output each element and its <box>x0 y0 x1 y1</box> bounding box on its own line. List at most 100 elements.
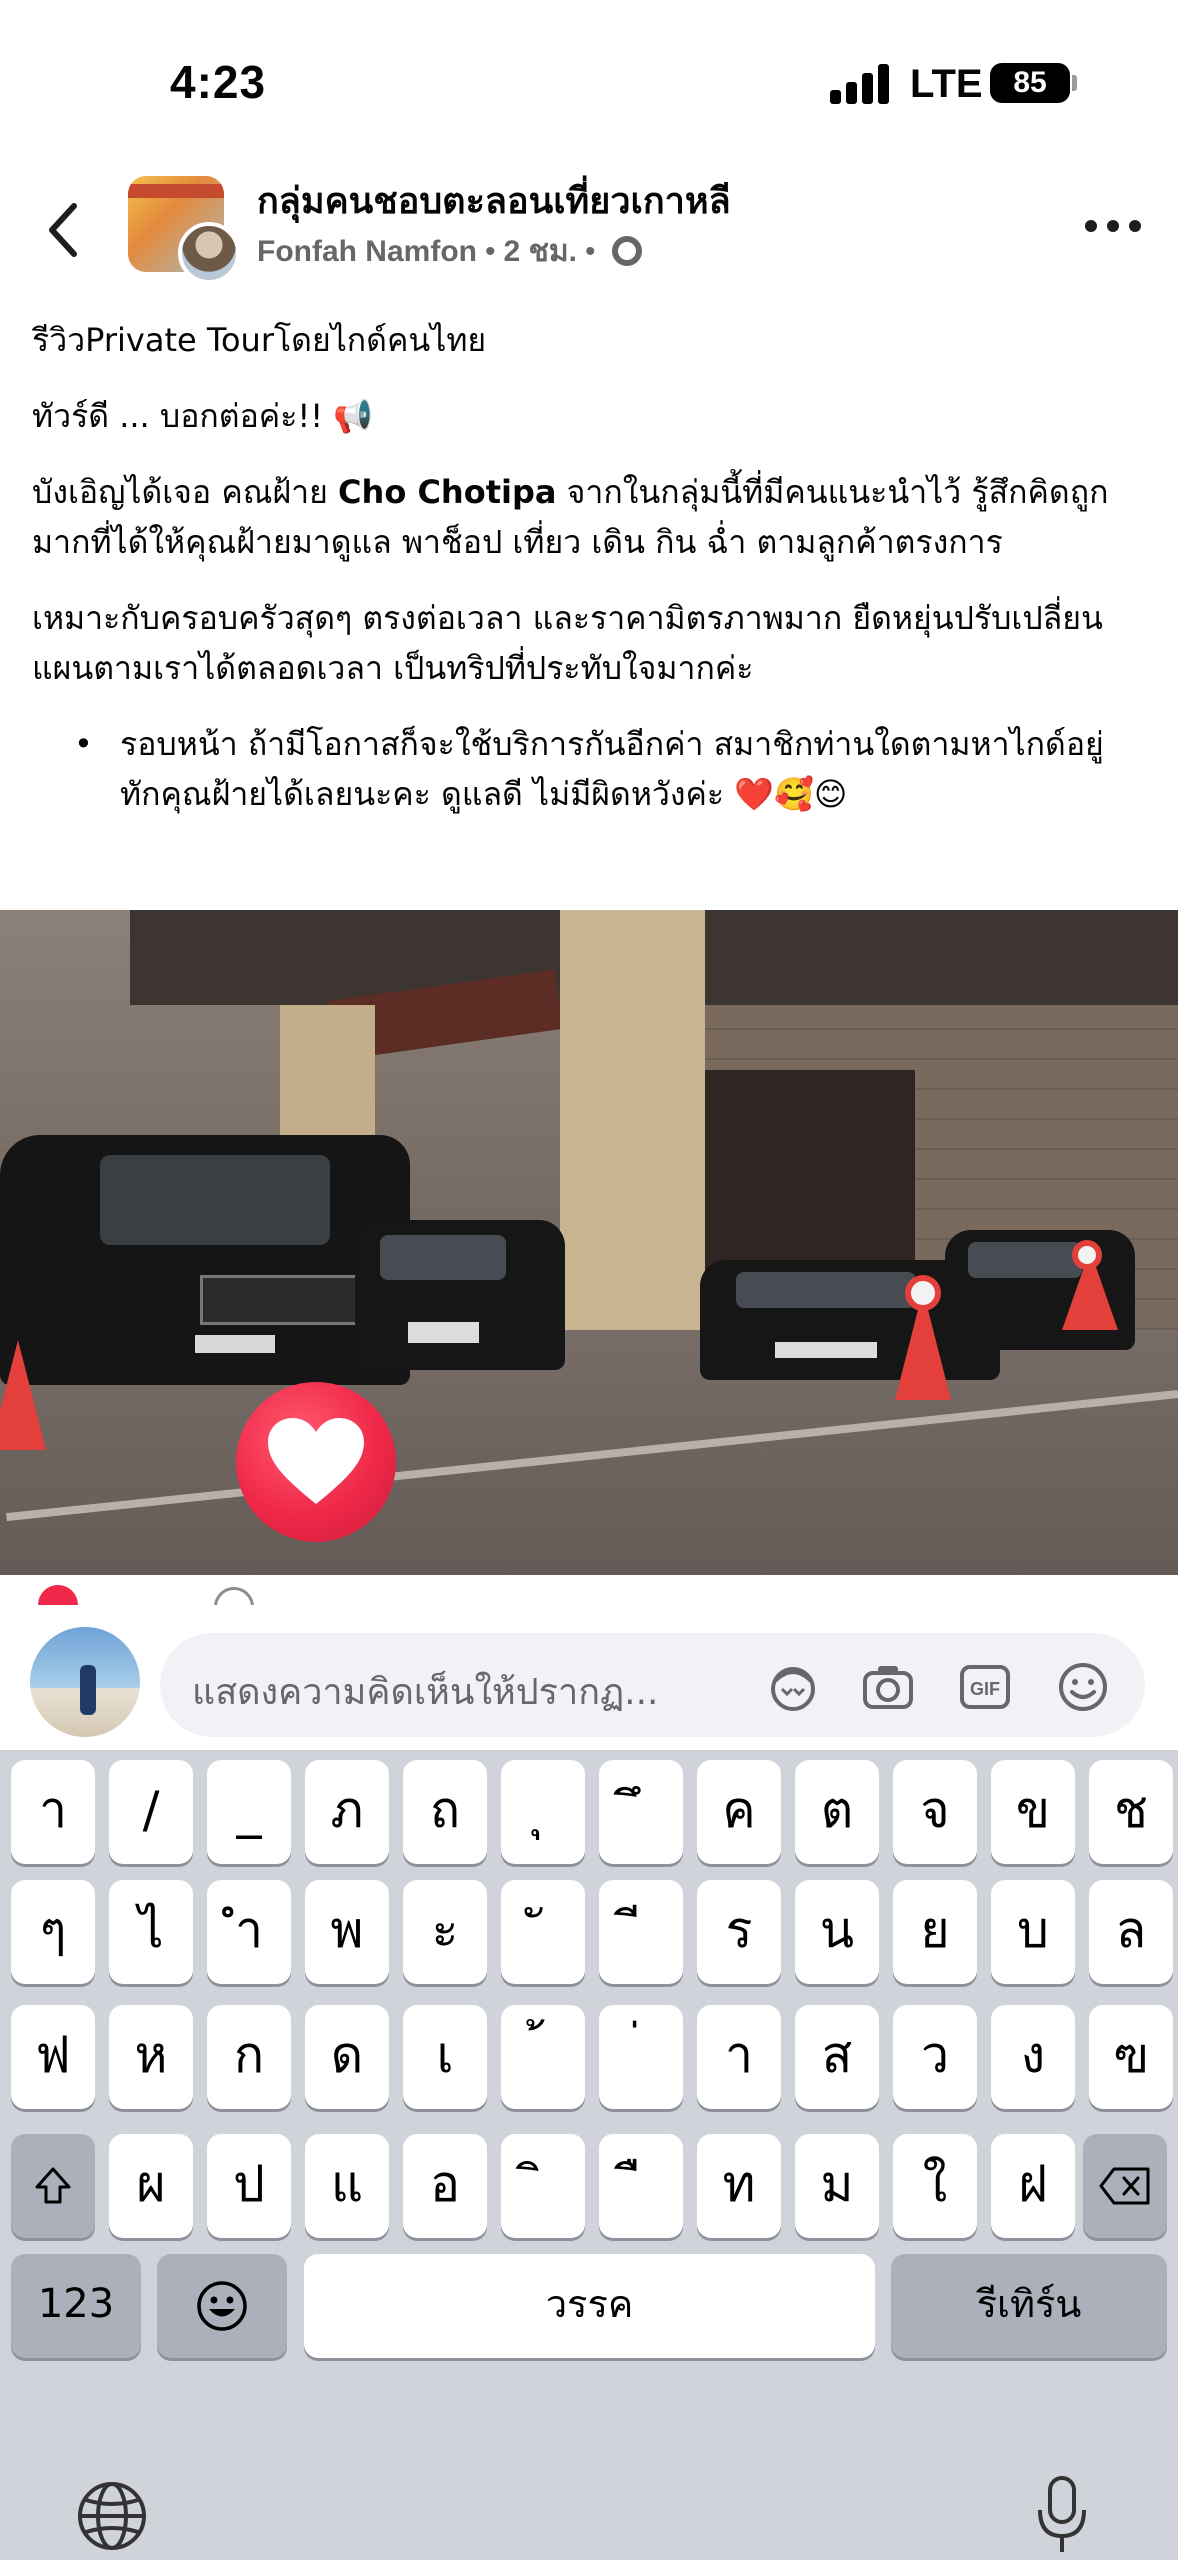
key-4-8[interactable]: ม <box>795 2134 879 2238</box>
more-options-button[interactable] <box>1085 220 1145 240</box>
text-run: บังเอิญได้เจอ คณฝ้าย <box>32 473 339 511</box>
chevron-left-icon <box>49 203 77 257</box>
key-2-5[interactable]: ะ <box>403 1880 487 1984</box>
separator-dot: • <box>484 235 496 268</box>
key-4-9[interactable]: ใ <box>893 2134 977 2238</box>
shift-icon <box>35 2167 71 2204</box>
key-1-8[interactable]: ค <box>697 1760 781 1864</box>
key-4-2[interactable]: ป <box>207 2134 291 2238</box>
key-2-12[interactable]: ล <box>1089 1880 1173 1984</box>
key-4-1[interactable]: ผ <box>109 2134 193 2238</box>
key-3-1[interactable]: ฟ <box>11 2005 95 2109</box>
comment-placeholder: แสดงความคิดเห็นให้ปรากฏ... <box>192 1672 659 1713</box>
key-3-12[interactable]: ฃ <box>1089 2005 1173 2109</box>
key-1-10[interactable]: จ <box>893 1760 977 1864</box>
emoji-icon <box>197 2281 247 2331</box>
post-paragraph: รีวิวPrivate Tourโดยไกด์คนไทย <box>32 321 487 359</box>
comment-bar: แสดงความคิดเห็นให้ปรากฏ... GIF <box>0 1605 1178 1750</box>
key-1-7[interactable]: ึ <box>599 1760 683 1864</box>
key-1-6[interactable]: ุ <box>501 1760 585 1864</box>
post-text: รีวิวPrivate Tourโดยไกด์คนไทย ทัวร์ดี ..… <box>32 315 1152 845</box>
traffic-cone-sign <box>1072 1240 1102 1270</box>
gif-icon[interactable]: GIF <box>957 1659 1013 1715</box>
key-4-10[interactable]: ฝ <box>991 2134 1075 2238</box>
key-3-3[interactable]: ก <box>207 2005 291 2109</box>
avatar-sticker-icon[interactable] <box>765 1659 821 1715</box>
post-header: กลุ่มคนชอบตะลอนเที่ยวเกาหลี Fonfah Namfo… <box>0 160 1178 290</box>
key-2-9[interactable]: น <box>795 1880 879 1984</box>
battery-nub <box>1072 75 1077 91</box>
author-name[interactable]: Fonfah Namfon <box>257 235 477 268</box>
post-paragraph: บังเอิญได้เจอ คณฝ้าย Cho Chotipa จากในกล… <box>32 467 1152 567</box>
globe-icon <box>611 236 642 266</box>
shift-key[interactable] <box>11 2134 95 2238</box>
black-van <box>0 1135 410 1385</box>
author-avatar[interactable] <box>178 222 240 284</box>
key-4-6[interactable]: ื <box>599 2134 683 2238</box>
group-name[interactable]: กลุ่มคนชอบตะลอนเที่ยวเกาหลี <box>257 172 731 229</box>
key-2-3[interactable]: ำ <box>207 1880 291 1984</box>
svg-text:GIF: GIF <box>970 1679 1000 1699</box>
post-time: 2 ชม. <box>503 235 578 268</box>
post-paragraph: ทัวร์ดี ... บอกต่อค่ะ!! 📢 <box>32 397 374 435</box>
key-1-3[interactable]: _ <box>207 1760 291 1864</box>
key-1-12[interactable]: ช <box>1089 1760 1173 1864</box>
battery-icon: 85 <box>990 63 1070 103</box>
key-4-3[interactable]: แ <box>305 2134 389 2238</box>
key-3-9[interactable]: ส <box>795 2005 879 2109</box>
space-key[interactable]: วรรค <box>304 2254 875 2358</box>
post-meta: Fonfah Namfon • 2 ชม. • <box>257 228 642 275</box>
numbers-key[interactable]: 123 <box>11 2254 141 2358</box>
key-3-6[interactable]: ้ <box>501 2005 585 2109</box>
comment-input[interactable]: แสดงความคิดเห็นให้ปรากฏ... GIF <box>160 1633 1145 1737</box>
key-1-11[interactable]: ข <box>991 1760 1075 1864</box>
key-1-2[interactable]: / <box>109 1760 193 1864</box>
key-2-11[interactable]: บ <box>991 1880 1075 1984</box>
key-2-4[interactable]: พ <box>305 1880 389 1984</box>
key-2-1[interactable]: ๆ <box>11 1880 95 1984</box>
key-4-7[interactable]: ท <box>697 2134 781 2238</box>
back-button[interactable] <box>40 200 90 260</box>
key-2-6[interactable]: ั <box>501 1880 585 1984</box>
key-3-4[interactable]: ด <box>305 2005 389 2109</box>
glass-door <box>705 1070 915 1290</box>
delete-key[interactable] <box>1083 2134 1167 2238</box>
black-suv <box>355 1220 565 1370</box>
status-bar: 4:23 LTE 85 <box>0 0 1178 150</box>
microphone-icon[interactable] <box>1034 2474 1090 2558</box>
globe-icon[interactable] <box>76 2480 148 2552</box>
backspace-icon <box>1099 2167 1150 2205</box>
key-2-7[interactable]: ี <box>599 1880 683 1984</box>
key-1-1[interactable]: า <box>11 1760 95 1864</box>
camera-icon[interactable] <box>860 1659 916 1715</box>
network-type: LTE <box>910 62 983 106</box>
key-1-5[interactable]: ถ <box>403 1760 487 1864</box>
key-3-5[interactable]: เ <box>403 2005 487 2109</box>
current-user-avatar <box>30 1627 140 1737</box>
traffic-cone <box>0 1340 46 1450</box>
keyboard-bottom-bar <box>0 2440 1178 2560</box>
emoji-key[interactable] <box>157 2254 287 2358</box>
key-4-4[interactable]: อ <box>403 2134 487 2238</box>
key-3-2[interactable]: ห <box>109 2005 193 2109</box>
key-3-7[interactable]: ่ <box>599 2005 683 2109</box>
key-1-4[interactable]: ภ <box>305 1760 389 1864</box>
key-2-2[interactable]: ไ <box>109 1880 193 1984</box>
mention-cho-chotipa[interactable]: Cho Chotipa <box>338 473 556 511</box>
key-1-9[interactable]: ต <box>795 1760 879 1864</box>
return-key[interactable]: รีเทิร์น <box>891 2254 1167 2358</box>
post-paragraph: เหมาะกับครอบครัวสุดๆ ตรงต่อเวลา และราคาม… <box>32 599 1103 687</box>
reaction-summary <box>0 1575 1178 1627</box>
key-2-10[interactable]: ย <box>893 1880 977 1984</box>
thai-keyboard: า/_ภถุึคตจขช ๆไำพะัีรนยบล ฟหกดเ้่าสวงฃ ผ… <box>0 1750 1178 2560</box>
like-reaction-button[interactable] <box>236 1382 396 1542</box>
key-3-10[interactable]: ว <box>893 2005 977 2109</box>
cellular-signal-icon <box>830 64 892 104</box>
key-4-5[interactable]: ิ <box>501 2134 585 2238</box>
traffic-cone-sign <box>905 1275 941 1311</box>
key-3-8[interactable]: า <box>697 2005 781 2109</box>
emoji-icon[interactable] <box>1055 1659 1111 1715</box>
key-3-11[interactable]: ง <box>991 2005 1075 2109</box>
key-2-8[interactable]: ร <box>697 1880 781 1984</box>
post-photo[interactable] <box>0 910 1178 1575</box>
